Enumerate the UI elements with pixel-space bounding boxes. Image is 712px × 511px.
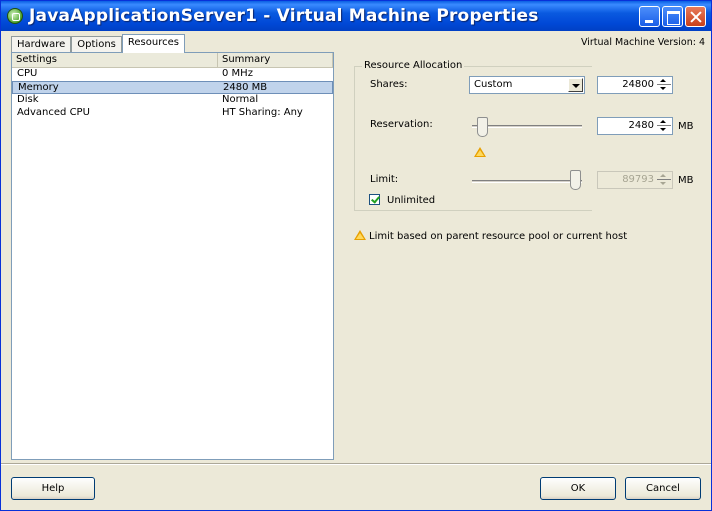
shares-label: Shares: <box>370 79 408 90</box>
tab-options[interactable]: Options <box>71 36 122 53</box>
limit-unit: MB <box>678 175 694 186</box>
footer-divider <box>1 463 711 465</box>
close-button[interactable] <box>685 6 706 27</box>
reservation-unit: MB <box>678 121 694 132</box>
shares-value: 24800 <box>622 79 654 90</box>
unlimited-checkbox[interactable] <box>369 194 380 205</box>
reservation-slider-track[interactable] <box>472 125 582 128</box>
settings-list: Settings Summary CPU 0 MHz Memory 2480 M… <box>11 52 334 460</box>
tab-hardware[interactable]: Hardware <box>11 36 72 53</box>
reservation-label: Reservation: <box>370 119 433 130</box>
vm-icon <box>7 8 23 24</box>
reservation-value: 2480 <box>628 120 654 131</box>
reservation-spinner[interactable]: 2480 <box>597 117 673 135</box>
setting-name: Advanced CPU <box>17 107 90 118</box>
column-header-summary[interactable]: Summary <box>218 53 333 68</box>
list-header: Settings Summary <box>12 53 333 68</box>
tab-resources[interactable]: Resources <box>121 34 185 53</box>
setting-summary: 0 MHz <box>222 68 253 79</box>
warning-triangle-icon <box>354 230 366 240</box>
setting-name: Memory <box>18 82 59 93</box>
cancel-button[interactable]: Cancel <box>625 477 701 500</box>
column-header-settings[interactable]: Settings <box>12 53 218 68</box>
setting-summary: HT Sharing: Any <box>222 107 303 118</box>
ok-button[interactable]: OK <box>540 477 616 500</box>
limit-slider-thumb[interactable] <box>570 170 581 190</box>
warning-triangle-icon <box>474 147 486 157</box>
list-item-memory[interactable]: Memory 2480 MB <box>12 81 333 94</box>
unlimited-label[interactable]: Unlimited <box>387 195 435 206</box>
maximize-button[interactable] <box>662 6 683 27</box>
limit-label: Limit: <box>370 174 399 185</box>
tab-bar: Hardware Options Resources <box>11 34 185 53</box>
help-button[interactable]: Help <box>11 477 95 500</box>
spinner-arrows-icon[interactable] <box>657 78 671 92</box>
setting-name: CPU <box>17 68 38 79</box>
spinner-arrows-icon[interactable] <box>657 119 671 133</box>
setting-name: Disk <box>17 94 39 105</box>
setting-summary: 2480 MB <box>223 82 268 93</box>
list-item-cpu[interactable]: CPU 0 MHz <box>12 68 333 81</box>
reservation-slider-thumb[interactable] <box>477 117 488 137</box>
vm-properties-window: JavaApplicationServer1 - Virtual Machine… <box>0 0 712 511</box>
spinner-arrows-icon[interactable] <box>657 173 671 187</box>
limit-slider-track[interactable] <box>472 180 582 183</box>
title-bar[interactable]: JavaApplicationServer1 - Virtual Machine… <box>1 1 711 31</box>
window-title: JavaApplicationServer1 - Virtual Machine… <box>29 6 539 26</box>
group-title: Resource Allocation <box>362 60 465 71</box>
setting-summary: Normal <box>222 94 259 105</box>
shares-dropdown[interactable]: Custom <box>469 76 585 94</box>
minimize-button[interactable] <box>639 6 660 27</box>
chevron-down-icon[interactable] <box>568 78 583 92</box>
limit-spinner[interactable]: 89793 <box>597 171 673 189</box>
shares-dropdown-value: Custom <box>474 79 513 90</box>
limit-value: 89793 <box>622 174 654 185</box>
vm-version-label: Virtual Machine Version: 4 <box>580 37 705 48</box>
limit-note: Limit based on parent resource pool or c… <box>369 231 628 242</box>
shares-spinner[interactable]: 24800 <box>597 76 673 94</box>
list-item-advanced-cpu[interactable]: Advanced CPU HT Sharing: Any <box>12 107 333 120</box>
list-item-disk[interactable]: Disk Normal <box>12 94 333 107</box>
